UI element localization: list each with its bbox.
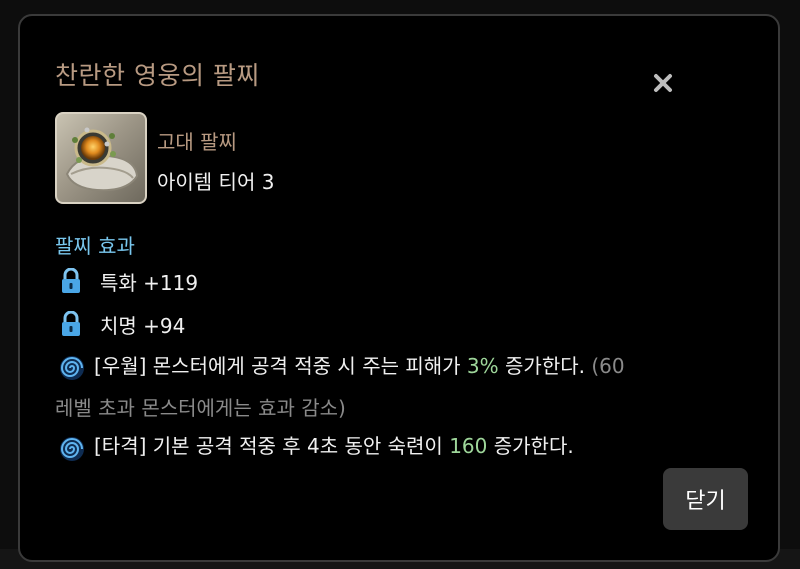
effect-text: 증가한다. [498,354,592,378]
item-type-label: 고대 팔찌 [157,130,237,154]
stat-label: 치명 +94 [100,313,186,338]
item-tier-label: 아이템 티어 3 [157,170,275,194]
item-tooltip-dialog: 찬란한 영웅의 팔찌 고대 팔찌 아이템 티어 3 팔찌 효과 특화 +119 … [18,14,780,562]
effect-strike-line: [타격] 기본 공격 적중 후 4초 동안 숙련이 160 증가한다. [94,432,574,460]
lock-icon [60,268,82,294]
effect-superiority-line2: 레벨 초과 몬스터에게는 효과 감소) [55,396,346,420]
effect-note: (60 [591,354,625,378]
bracelet-effect-heading: 팔찌 효과 [55,234,135,258]
effect-text: 증가한다. [487,434,574,458]
effect-text: [우월] 몬스터에게 공격 적중 시 주는 피해가 [94,354,467,378]
close-icon[interactable] [648,68,678,98]
stat-label: 특화 +119 [100,270,199,295]
stat-row-specialization: 특화 +119 [60,266,198,296]
effect-value: 160 [449,434,488,458]
close-button[interactable]: 닫기 [663,468,748,530]
spiral-icon [58,435,86,463]
effect-value: 3% [466,354,499,378]
item-title: 찬란한 영웅의 팔찌 [55,61,260,90]
effect-superiority-line1: [우월] 몬스터에게 공격 적중 시 주는 피해가 3% 증가한다. (60 [94,352,625,380]
game-screen: 찬란한 영웅의 팔찌 고대 팔찌 아이템 티어 3 팔찌 효과 특화 +119 … [0,0,800,569]
stat-row-crit: 치명 +94 [60,309,185,339]
spiral-icon [58,354,86,382]
effect-text: [타격] 기본 공격 적중 후 4초 동안 숙련이 [94,434,450,458]
bracelet-item-icon[interactable] [55,112,147,204]
lock-icon [60,311,82,337]
